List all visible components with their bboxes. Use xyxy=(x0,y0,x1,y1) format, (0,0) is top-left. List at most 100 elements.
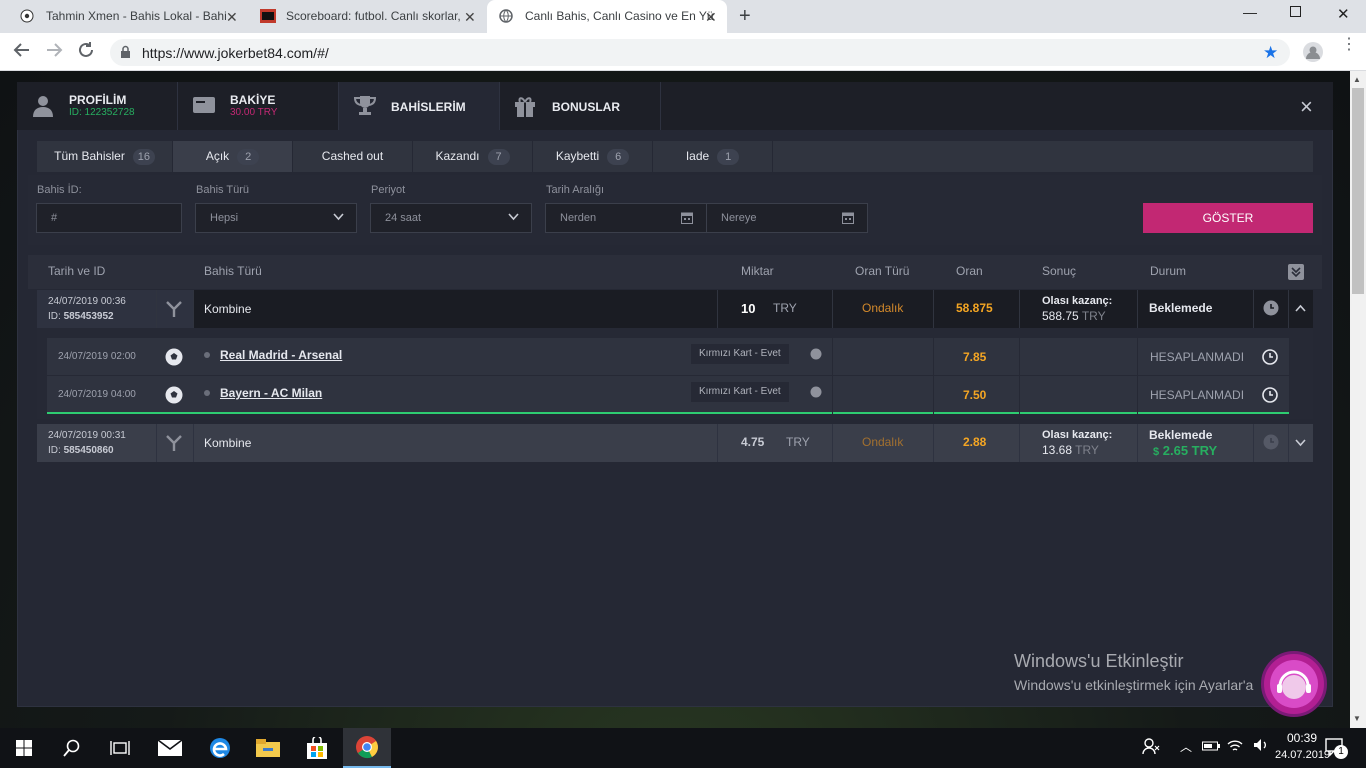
bet-id-input[interactable]: # xyxy=(36,203,182,233)
tab-label: Cashed out xyxy=(321,149,384,163)
nav-profile[interactable]: PROFİLİM ID: 122352728 xyxy=(17,82,178,130)
url-text[interactable]: https://www.jokerbet84.com/#/ xyxy=(142,45,329,61)
list-item[interactable]: 24/07/2019 02:00 Real Madrid - Arsenal K… xyxy=(47,338,1289,376)
collapse-all-icon[interactable] xyxy=(1288,264,1304,280)
odds-value: 58.875 xyxy=(956,301,993,315)
close-tab-icon[interactable]: ✕ xyxy=(464,9,476,26)
trophy-icon xyxy=(352,94,378,116)
clock-icon[interactable] xyxy=(1262,349,1278,365)
list-item[interactable]: 24/07/2019 04:00 Bayern - AC Milan Kırmı… xyxy=(47,376,1289,414)
show-button[interactable]: GÖSTER xyxy=(1143,203,1313,233)
potential-win-label: Olası kazanç: xyxy=(1042,429,1113,441)
leg-odds: 7.85 xyxy=(963,350,987,364)
edge-browser-icon[interactable] xyxy=(196,728,244,768)
forward-icon[interactable] xyxy=(45,41,63,59)
clock-icon[interactable] xyxy=(1263,434,1279,450)
task-view-icon[interactable] xyxy=(96,728,144,768)
close-tab-icon[interactable]: ✕ xyxy=(226,9,238,26)
tab-lost[interactable]: Kaybetti 6 xyxy=(533,141,653,172)
scroll-down-icon[interactable]: ▼ xyxy=(1353,714,1361,723)
minimize-icon[interactable]: — xyxy=(1243,4,1257,20)
tab-open[interactable]: Açık 2 xyxy=(173,141,293,172)
bet-type: Kombine xyxy=(204,436,252,450)
search-icon[interactable] xyxy=(48,728,96,768)
market-tag: Kırmızı Kart - Evet xyxy=(691,382,789,402)
clock-icon[interactable] xyxy=(1262,387,1278,403)
odds-type: Ondalık xyxy=(862,301,904,315)
nav-bonus[interactable]: BONUSLAR xyxy=(500,82,661,130)
scroll-up-icon[interactable]: ▲ xyxy=(1353,75,1361,84)
info-icon[interactable] xyxy=(810,348,822,360)
activation-watermark-title: Windows'u Etkinleştir xyxy=(1014,651,1184,671)
chevron-up-icon[interactable] xyxy=(1295,304,1306,312)
bet-id: 585450860 xyxy=(63,445,114,456)
info-icon[interactable] xyxy=(810,386,822,398)
chevron-up-tray-icon[interactable]: ︿ xyxy=(1180,738,1192,755)
odds-value: 2.88 xyxy=(963,435,987,449)
col-amount: Miktar xyxy=(741,264,774,278)
store-icon[interactable] xyxy=(293,728,341,768)
calendar-icon[interactable] xyxy=(842,211,854,224)
bet-date: 24/07/2019 00:36 xyxy=(48,296,126,307)
nav-profile-label: PROFİLİM xyxy=(69,93,127,107)
browser-tab-3-active[interactable]: Canlı Bahis, Canlı Casino ve En Yü xyxy=(487,0,727,33)
calendar-icon[interactable] xyxy=(681,211,693,224)
battery-icon[interactable] xyxy=(1202,740,1220,752)
clock-date[interactable]: 24.07.2019 xyxy=(1275,749,1330,761)
tab-label: Iade xyxy=(685,149,710,163)
reload-icon[interactable] xyxy=(77,41,95,59)
browser-tab-1[interactable]: Tahmin Xmen - Bahis Lokal - Bahi xyxy=(8,0,248,33)
cashout-amount[interactable]: $ 2.65 TRY xyxy=(1153,443,1217,458)
file-explorer-icon[interactable] xyxy=(244,728,292,768)
clock-time[interactable]: 00:39 xyxy=(1281,731,1323,745)
lock-icon[interactable] xyxy=(120,45,131,59)
volume-icon[interactable] xyxy=(1253,738,1269,752)
browser-tab-2[interactable]: Scoreboard: futbol. Canlı skorlar, xyxy=(248,0,486,33)
match-link[interactable]: Bayern - AC Milan xyxy=(220,386,322,400)
tab-label: Kaybetti xyxy=(555,149,600,163)
nav-bets-active[interactable]: BAHİSLERİM xyxy=(339,82,500,130)
gift-icon xyxy=(514,95,536,117)
soccer-ball-icon xyxy=(165,348,183,366)
close-tab-icon[interactable]: ✕ xyxy=(705,9,717,26)
modal-close-icon[interactable]: × xyxy=(1300,94,1313,120)
chevron-down-icon[interactable] xyxy=(1295,439,1306,447)
scrollbar-thumb[interactable] xyxy=(1352,88,1364,294)
chrome-taskbar-icon[interactable] xyxy=(343,728,391,768)
people-icon[interactable] xyxy=(1142,737,1160,755)
match-link[interactable]: Real Madrid - Arsenal xyxy=(220,348,342,362)
live-support-button[interactable] xyxy=(1261,651,1327,717)
clock-icon[interactable] xyxy=(1263,300,1279,316)
leg-date: 24/07/2019 04:00 xyxy=(58,389,136,400)
bookmark-star-icon[interactable]: ★ xyxy=(1263,43,1278,63)
potential-win-currency: TRY xyxy=(1081,309,1106,323)
soccer-ball-icon xyxy=(165,386,183,404)
back-icon[interactable] xyxy=(13,41,31,59)
tab-cashed-out[interactable]: Cashed out xyxy=(293,141,413,172)
table-row[interactable]: 24/07/2019 00:36 ID: 585453952 Kombine 1… xyxy=(37,290,1313,328)
tab-refund[interactable]: Iade 1 xyxy=(653,141,773,172)
mail-icon[interactable] xyxy=(146,728,194,768)
leg-odds: 7.50 xyxy=(963,388,987,402)
balance-amount: 30.00 TRY xyxy=(230,107,278,118)
notification-count-badge: 1 xyxy=(1334,745,1348,759)
tab-won[interactable]: Kazandı 7 xyxy=(413,141,533,172)
new-tab-icon[interactable]: + xyxy=(739,5,751,28)
window-close-icon[interactable]: ✕ xyxy=(1337,5,1350,23)
menu-kebab-icon[interactable]: ⋮ xyxy=(1341,37,1357,53)
wifi-icon[interactable] xyxy=(1227,738,1243,752)
odds-type: Ondalık xyxy=(862,435,904,449)
nav-balance-label: BAKİYE xyxy=(230,93,276,107)
bet-type-label: Bahis Türü xyxy=(196,184,249,196)
bet-id-prefix: ID: xyxy=(48,445,61,456)
bet-amount: 10 xyxy=(741,301,756,316)
nav-balance[interactable]: BAKİYE 30.00 TRY xyxy=(178,82,339,130)
bet-date: 24/07/2019 00:31 xyxy=(48,430,126,441)
account-avatar-icon[interactable] xyxy=(1303,42,1323,62)
windows-start-icon[interactable] xyxy=(0,728,48,768)
tab-label: Kazandı xyxy=(435,149,480,163)
tab-all-bets[interactable]: Tüm Bahisler 16 xyxy=(37,141,173,172)
maximize-icon[interactable] xyxy=(1290,6,1301,17)
table-row[interactable]: 24/07/2019 00:31 ID: 585450860 Kombine 4… xyxy=(37,424,1313,462)
bullet-icon xyxy=(204,352,210,358)
